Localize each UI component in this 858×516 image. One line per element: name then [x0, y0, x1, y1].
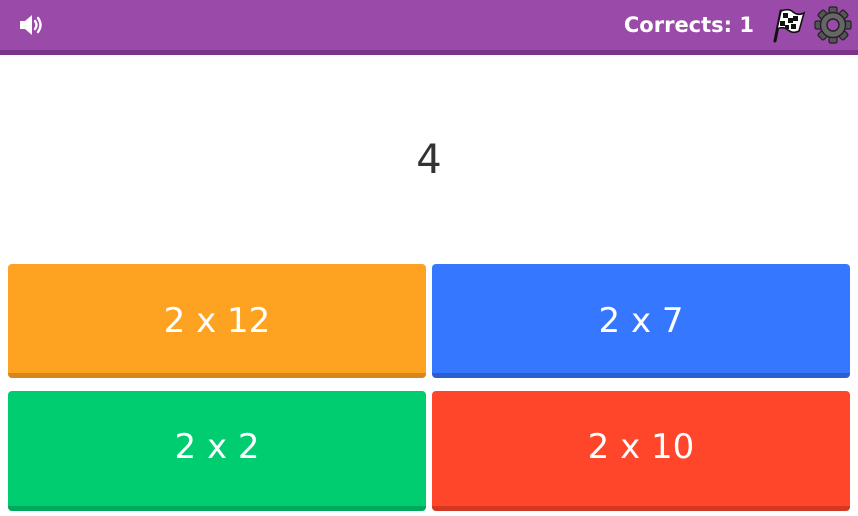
sound-button[interactable] — [16, 11, 48, 39]
finish-button[interactable] — [771, 7, 807, 43]
answer-button-3[interactable]: 2 x 2 — [8, 391, 426, 511]
speaker-volume-icon — [20, 15, 42, 35]
checkered-flag-icon — [773, 8, 806, 43]
score-counter: Corrects: 1 — [623, 13, 754, 37]
question-number: 4 — [416, 137, 442, 183]
gear-icon — [814, 6, 852, 44]
top-bar: Corrects: 1 — [0, 0, 858, 55]
settings-button[interactable] — [813, 5, 853, 45]
answer-button-2[interactable]: 2 x 7 — [432, 264, 850, 378]
answer-button-4[interactable]: 2 x 10 — [432, 391, 850, 511]
answer-button-1[interactable]: 2 x 12 — [8, 264, 426, 378]
